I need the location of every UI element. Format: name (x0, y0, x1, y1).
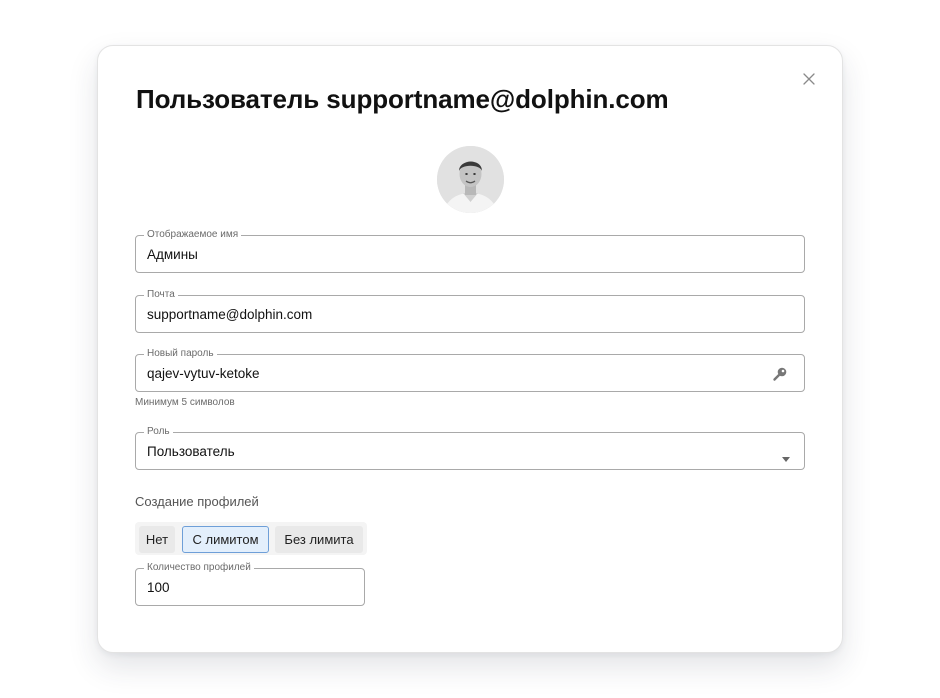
toggle-no-limit[interactable]: Без лимита (275, 526, 363, 553)
modal-title: Пользователь supportname@dolphin.com (136, 84, 669, 114)
password-value: qajev-vytuv-ketoke (147, 366, 260, 381)
role-select[interactable]: Роль Пользователь (135, 426, 805, 470)
role-value: Пользователь (147, 444, 235, 459)
password-helper-text: Минимум 5 символов (135, 397, 235, 408)
email-label: Почта (144, 289, 178, 301)
email-field[interactable]: Почта supportname@dolphin.com (135, 289, 805, 333)
chevron-down-icon[interactable] (782, 449, 790, 462)
display-name-label: Отображаемое имя (144, 229, 242, 241)
display-name-value: Админы (147, 247, 198, 262)
profile-count-label: Количество профилей (144, 562, 254, 574)
email-value: supportname@dolphin.com (147, 307, 313, 322)
role-label: Роль (144, 426, 173, 438)
password-field[interactable]: Новый пароль qajev-vytuv-ketoke (135, 348, 805, 392)
profile-count-value: 100 (147, 580, 170, 595)
toggle-with-limit[interactable]: С лимитом (182, 526, 269, 553)
display-name-field[interactable]: Отображаемое имя Админы (135, 229, 805, 273)
user-edit-modal: Пользователь supportname@dolphin.com Ото… (97, 45, 843, 653)
profile-creation-label: Создание профилей (135, 494, 259, 509)
password-label: Новый пароль (144, 348, 217, 360)
close-icon[interactable] (802, 72, 816, 86)
profile-count-field[interactable]: Количество профилей 100 (135, 562, 365, 606)
toggle-none[interactable]: Нет (139, 526, 175, 553)
user-avatar[interactable] (437, 146, 504, 213)
profile-creation-toggle-group: Нет С лимитом Без лимита (135, 522, 367, 555)
key-icon[interactable] (772, 366, 788, 382)
